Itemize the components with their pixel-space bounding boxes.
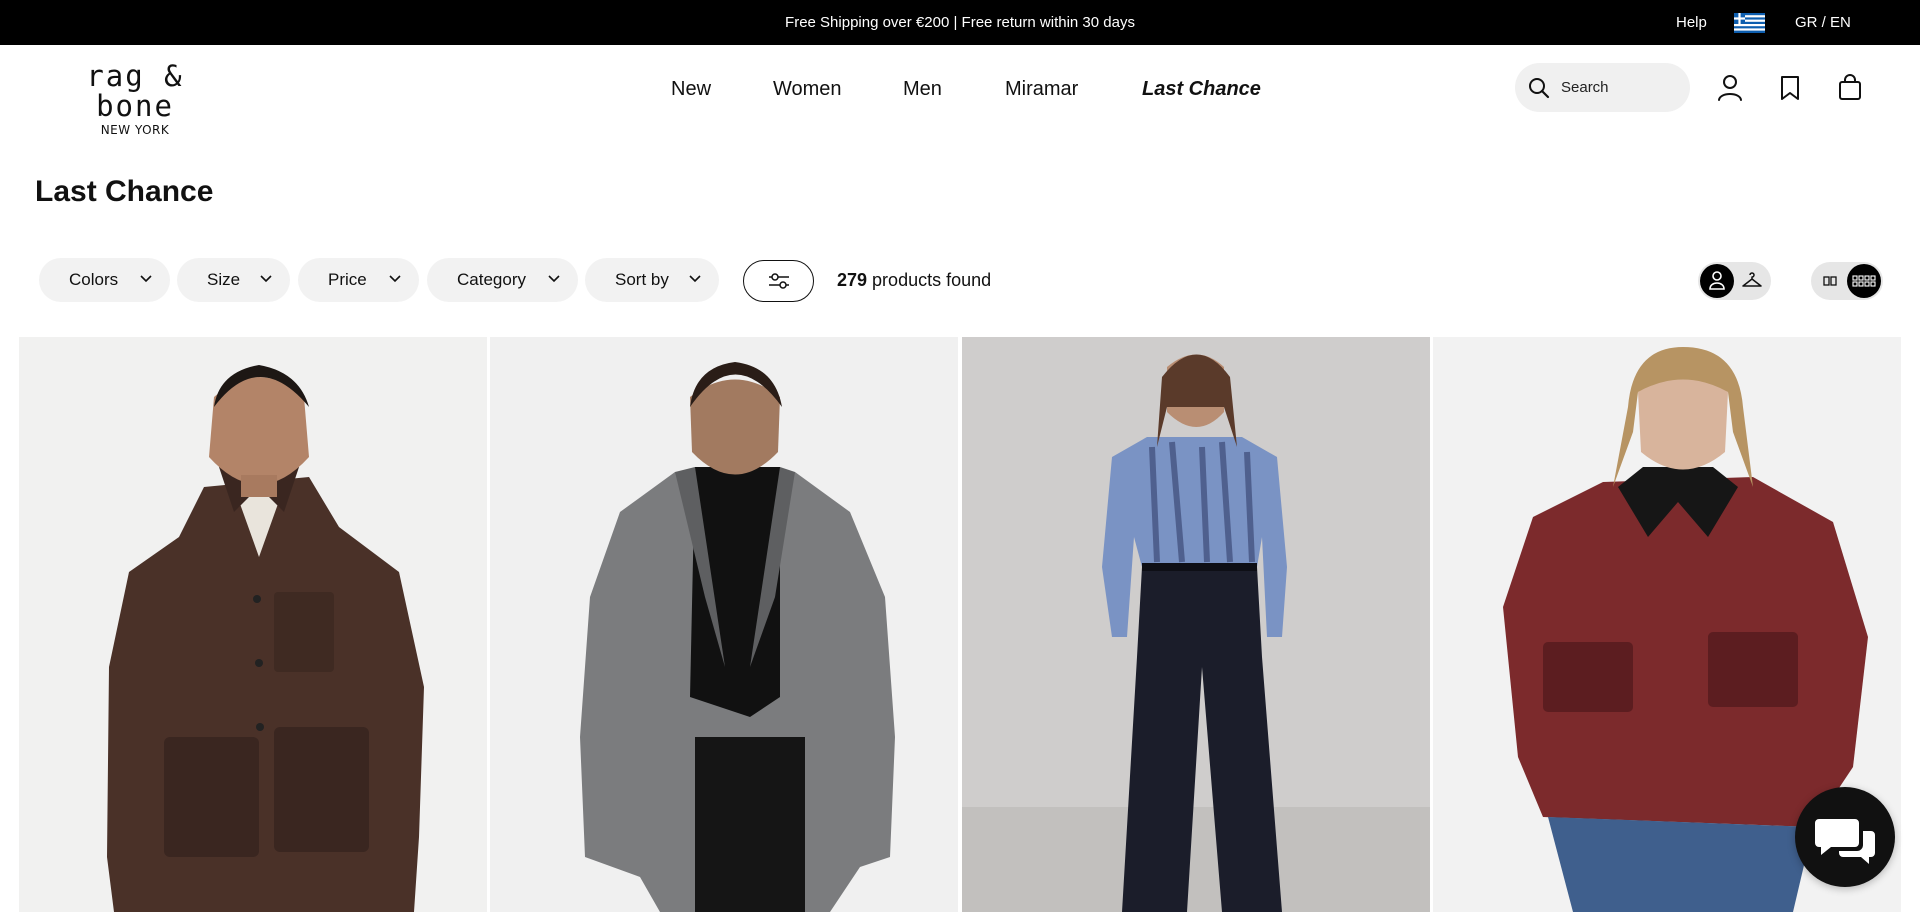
product-count: 279 products found (837, 258, 991, 302)
chevron-down-icon (389, 275, 401, 283)
chevron-down-icon (548, 275, 560, 283)
sliders-icon (769, 273, 789, 289)
nav-item-last-chance[interactable]: Last Chance (1142, 75, 1261, 103)
filter-price-label: Price (328, 270, 367, 289)
chat-button[interactable] (1795, 787, 1895, 887)
product-count-suffix: products found (867, 270, 992, 290)
grid-layout-toggle (1811, 262, 1883, 300)
promo-text: Free Shipping over €200 | Free return wi… (785, 14, 1135, 31)
product-image-brown-suede-jacket (19, 337, 487, 912)
product-image-tie-dye-top-jeans (962, 337, 1430, 912)
product-grid (19, 337, 1901, 912)
wishlist-bookmark-icon[interactable] (1775, 73, 1805, 103)
four-column-grid-icon (1852, 275, 1876, 287)
product-card[interactable] (19, 337, 487, 912)
filter-colors-label: Colors (69, 270, 119, 289)
four-column-button[interactable] (1847, 264, 1881, 298)
all-filters-button[interactable] (743, 260, 814, 302)
nav-item-new[interactable]: New (671, 75, 711, 103)
filter-size-label: Size (207, 270, 241, 289)
product-card[interactable] (962, 337, 1430, 912)
chevron-down-icon (140, 275, 152, 283)
account-icon[interactable] (1715, 73, 1745, 103)
language-switcher[interactable]: GR / EN (1795, 0, 1851, 45)
logo-subtitle: NEW YORK (100, 123, 170, 137)
search-input[interactable]: Search (1515, 63, 1690, 112)
chevron-down-icon (689, 275, 701, 283)
nav-item-miramar[interactable]: Miramar (1005, 75, 1078, 103)
product-count-number: 279 (837, 270, 868, 290)
promo-bar: Free Shipping over €200 | Free return wi… (0, 0, 1920, 45)
product-card[interactable] (490, 337, 958, 912)
two-column-grid-icon (1823, 276, 1837, 286)
filter-category-label: Category (457, 270, 526, 289)
sort-by[interactable]: Sort by (585, 258, 719, 302)
filter-size[interactable]: Size (177, 258, 290, 302)
page-title: Last Chance (35, 175, 214, 208)
search-placeholder: Search (1561, 79, 1609, 96)
filter-price[interactable]: Price (298, 258, 419, 302)
image-view-toggle (1698, 262, 1771, 300)
greece-flag-icon[interactable] (1734, 13, 1765, 33)
product-view-button[interactable] (1735, 264, 1769, 298)
sort-by-label: Sort by (615, 270, 669, 289)
filter-category[interactable]: Category (427, 258, 578, 302)
filter-colors[interactable]: Colors (39, 258, 170, 302)
hanger-view-icon (1742, 272, 1762, 287)
help-link[interactable]: Help (1676, 0, 1707, 45)
site-header: rag & bone NEW YORK New Women Men Mirama… (0, 45, 1920, 137)
product-image-grey-wool-blazer (490, 337, 958, 912)
model-view-button[interactable] (1700, 264, 1734, 298)
chevron-down-icon (260, 275, 272, 283)
two-column-button[interactable] (1813, 264, 1847, 298)
filter-bar: Colors Size Price Category Sort by 279 p… (0, 258, 1920, 302)
shopping-bag-icon[interactable] (1835, 73, 1865, 103)
model-view-icon (1709, 271, 1725, 290)
nav-item-men[interactable]: Men (903, 75, 942, 103)
search-icon (1529, 78, 1550, 99)
chat-bubbles-icon (1815, 819, 1875, 864)
nav-item-women[interactable]: Women (773, 75, 842, 103)
